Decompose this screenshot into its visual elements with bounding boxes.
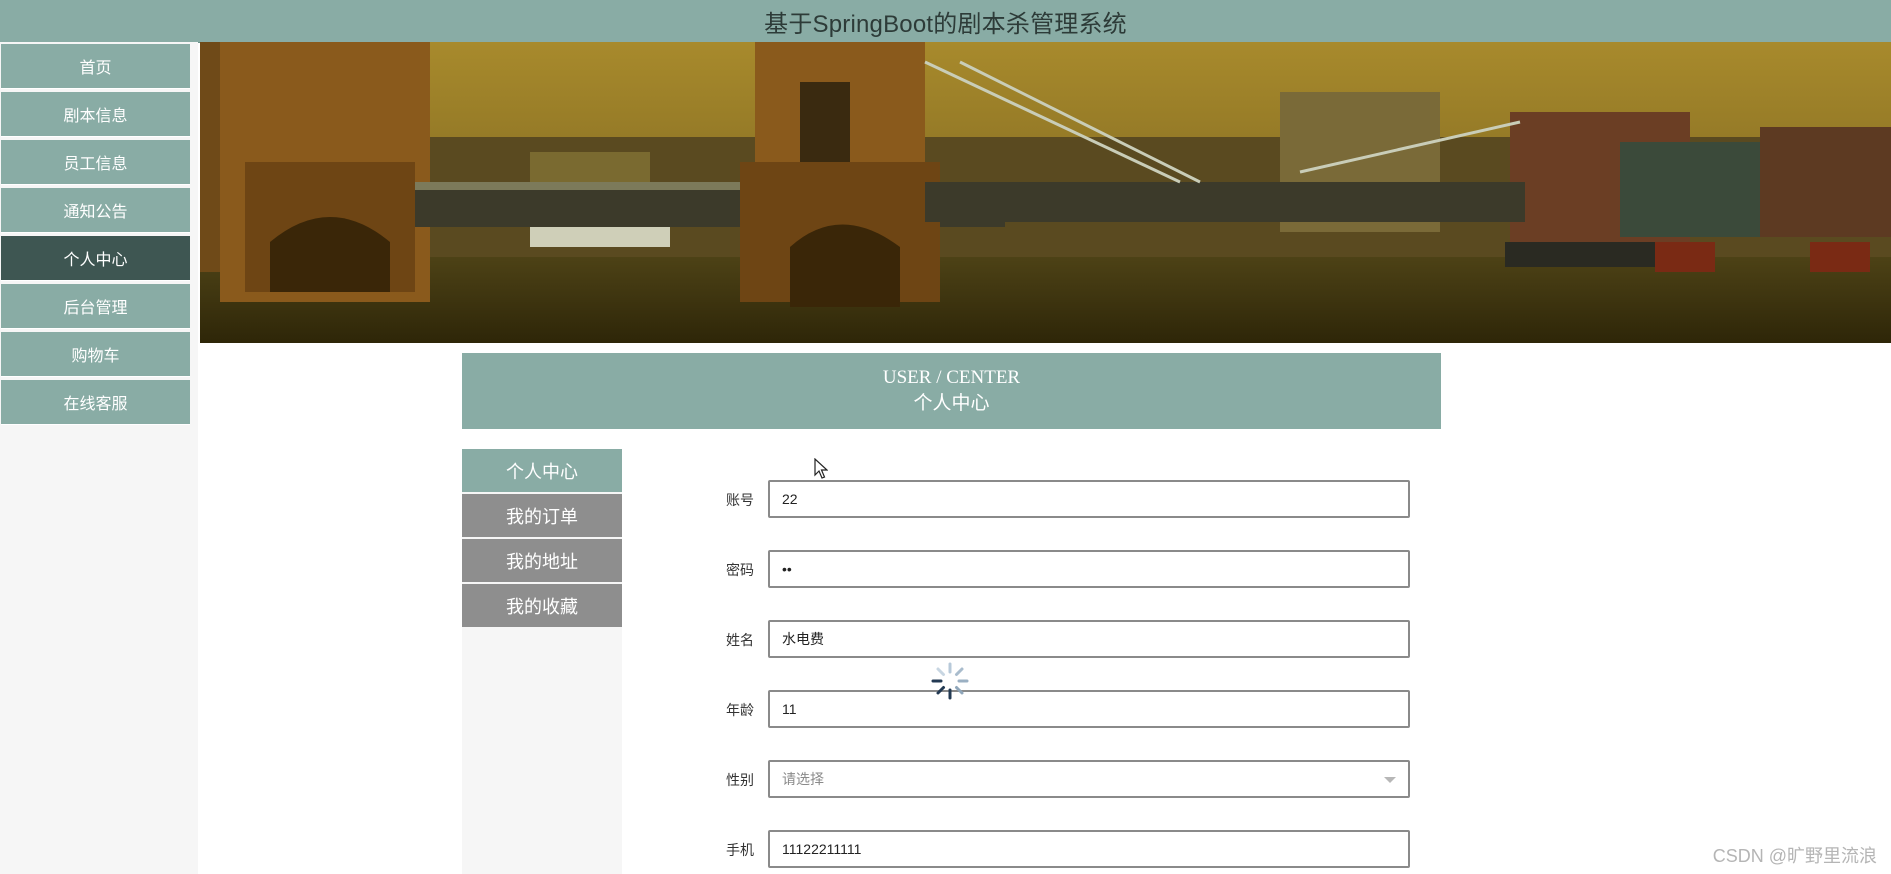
chevron-down-icon	[1384, 777, 1396, 783]
left-sidebar: 首页 剧本信息 员工信息 通知公告 个人中心 后台管理 购物车 在线客服	[0, 42, 198, 874]
account-row: 账号 22	[700, 480, 1412, 520]
nav-item-customer-service[interactable]: 在线客服	[1, 380, 190, 424]
banner-image	[200, 42, 1891, 343]
page-header: USER / CENTER 个人中心	[462, 353, 1441, 429]
tower-bridge-illustration	[200, 42, 1891, 343]
mouse-pointer-icon	[814, 457, 829, 484]
gender-select[interactable]: 请选择	[768, 760, 1410, 798]
password-input[interactable]: ••	[768, 550, 1410, 588]
password-row: 密码 ••	[700, 550, 1412, 590]
account-input[interactable]: 22	[768, 480, 1410, 518]
age-row: 年龄 11	[700, 690, 1412, 730]
nav-item-user-center[interactable]: 个人中心	[1, 236, 190, 280]
phone-input[interactable]: 11122211111	[768, 830, 1410, 868]
password-label: 密码	[726, 563, 754, 579]
age-input[interactable]: 11	[768, 690, 1410, 728]
gender-row: 性别 请选择	[700, 760, 1412, 800]
gender-label: 性别	[726, 773, 754, 789]
name-input[interactable]: 水电费	[768, 620, 1410, 658]
account-label: 账号	[726, 493, 754, 509]
subnav-item-my-favorites[interactable]: 我的收藏	[462, 584, 622, 627]
name-label: 姓名	[726, 633, 754, 649]
subnav-item-my-orders[interactable]: 我的订单	[462, 494, 622, 537]
subnav-item-user-center[interactable]: 个人中心	[462, 449, 622, 492]
page-title-cn: 个人中心	[913, 393, 990, 414]
loading-spinner-icon	[930, 661, 970, 705]
nav-item-home[interactable]: 首页	[1, 44, 190, 88]
age-label: 年龄	[726, 703, 754, 719]
page-title-en: USER / CENTER	[882, 367, 1021, 388]
watermark-text: CSDN @旷野里流浪	[1712, 846, 1877, 866]
nav-item-notices[interactable]: 通知公告	[1, 188, 190, 232]
app-title: 基于SpringBoot的剧本杀管理系统	[764, 10, 1127, 38]
subnav-item-my-address[interactable]: 我的地址	[462, 539, 622, 582]
user-center-menu: 个人中心 我的订单 我的地址 我的收藏	[462, 449, 622, 874]
gender-select-placeholder: 请选择	[782, 771, 824, 787]
nav-item-scripts[interactable]: 剧本信息	[1, 92, 190, 136]
phone-label: 手机	[726, 843, 754, 859]
name-row: 姓名 水电费	[700, 620, 1412, 660]
app-header: 基于SpringBoot的剧本杀管理系统	[0, 0, 1891, 43]
nav-item-staff[interactable]: 员工信息	[1, 140, 190, 184]
phone-row: 手机 11122211111	[700, 830, 1412, 870]
nav-item-cart[interactable]: 购物车	[1, 332, 190, 376]
nav-item-admin[interactable]: 后台管理	[1, 284, 190, 328]
